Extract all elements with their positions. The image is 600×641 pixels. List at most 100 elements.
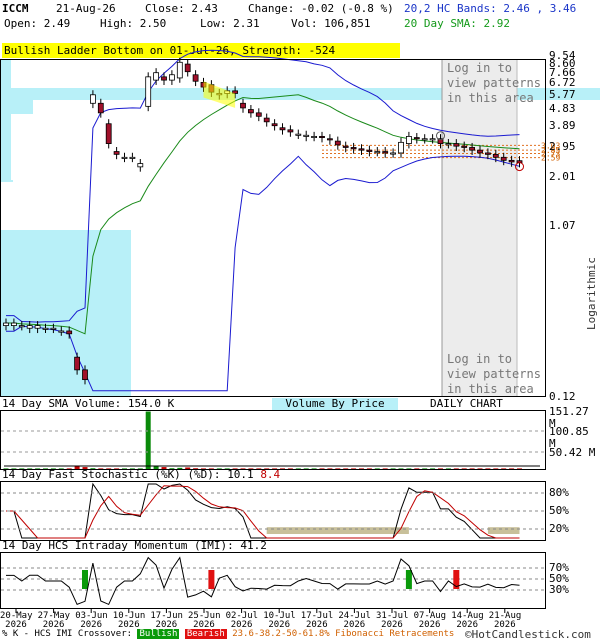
- candle: [129, 152, 136, 163]
- candle: [295, 129, 302, 139]
- stoch-oversold-zone: [266, 527, 409, 534]
- volume-bar: [517, 468, 522, 469]
- candle-body: [255, 112, 262, 117]
- volume-bar: [145, 411, 151, 469]
- volume-bar: [414, 468, 420, 469]
- chart-type-label: DAILY CHART: [430, 397, 503, 410]
- candle-body: [334, 140, 341, 146]
- candle-body: [113, 151, 120, 155]
- candle-body: [374, 151, 381, 154]
- price-tick: 2.01: [549, 170, 576, 184]
- candle: [271, 119, 278, 131]
- volume-bar: [453, 468, 459, 469]
- candle-body: [358, 148, 365, 151]
- legend-footer: % K - HCS IMI Crossover: Bullish Bearish…: [2, 629, 454, 639]
- candle: [398, 137, 404, 158]
- imi-tick-30: 30%: [549, 583, 569, 596]
- candle-body: [153, 72, 160, 81]
- stoch-k-value: 10.1: [227, 468, 254, 481]
- candle-body: [247, 109, 254, 114]
- candle-body: [413, 137, 420, 140]
- login-prompt-top[interactable]: Log in to view patterns in this area: [447, 61, 547, 106]
- volume-tick-low: 50.42 M: [549, 446, 596, 459]
- x-label: 27-May 2026: [37, 611, 71, 630]
- candle: [240, 98, 246, 113]
- candle-body: [366, 149, 373, 152]
- candle-body: [26, 325, 33, 329]
- volume-bar: [295, 468, 301, 469]
- stoch-title-text: 14 Day Fast Stochastic (%K): [2, 468, 181, 481]
- candle: [168, 70, 175, 85]
- volume-bar: [501, 468, 507, 469]
- candle-body: [66, 330, 73, 335]
- candle: [326, 134, 333, 145]
- candle-body: [3, 322, 9, 326]
- fibonacci-lines: 3.032.852.732.59: [322, 141, 560, 163]
- candle: [279, 123, 286, 135]
- imi-title: 14 Day HCS Intraday Momentum (IMI): 41.2: [2, 539, 267, 552]
- price-tick: 5.77: [549, 88, 576, 102]
- copyright[interactable]: ©HotCandlestick.com: [465, 628, 591, 641]
- price-tick: 4.83: [549, 102, 576, 116]
- candle: [105, 119, 112, 149]
- volume-bar: [280, 468, 285, 469]
- stoch-k-line: [6, 482, 520, 539]
- volume-panel-frame: [0, 410, 546, 470]
- candle-body: [429, 138, 436, 141]
- candle-body: [168, 74, 175, 81]
- volume-bar: [430, 468, 436, 469]
- candle-body: [129, 156, 136, 159]
- candle-body: [263, 117, 270, 123]
- candle: [263, 113, 270, 127]
- candle: [153, 68, 160, 85]
- bullish-tag: Bullish: [137, 629, 180, 639]
- fib-label: 2.59: [541, 154, 560, 163]
- candle: [366, 145, 373, 157]
- volume-bar: [493, 468, 499, 469]
- x-label: 02-Jul 2026: [225, 611, 259, 630]
- candle-body: [500, 156, 507, 161]
- x-label: 17-Jul 2026: [300, 611, 334, 630]
- candle-body: [326, 138, 333, 141]
- volume-bar: [303, 468, 309, 469]
- stoch-d-label: (%D):: [187, 468, 221, 481]
- volume-bar: [469, 468, 475, 469]
- candle-body: [18, 325, 25, 328]
- volume-bar: [382, 468, 388, 469]
- candle-body: [97, 102, 104, 114]
- candle-body: [311, 136, 318, 139]
- candle: [121, 152, 128, 163]
- candle-body: [405, 136, 412, 144]
- candle: [421, 134, 428, 144]
- pattern-highlight-shape: [203, 81, 236, 108]
- candle-body: [137, 163, 144, 168]
- x-label: 17-Jun 2026: [150, 611, 183, 630]
- candle: [374, 146, 381, 157]
- login-prompt-bottom[interactable]: Log in to view patterns in this area: [447, 352, 547, 397]
- candle: [184, 59, 191, 77]
- volume-bar: [366, 468, 372, 469]
- price-tick: 3.89: [549, 118, 576, 132]
- volume-bar: [359, 468, 364, 469]
- volume-bar: [406, 468, 412, 469]
- candle: [255, 108, 262, 122]
- stochastic-lines: [6, 482, 520, 539]
- gray-pattern-zone: [442, 60, 517, 396]
- candle-body: [303, 134, 310, 137]
- candle-body: [271, 123, 278, 127]
- volume-title: 14 Day SMA Volume: 154.0 K: [2, 397, 175, 410]
- candle-body: [469, 147, 476, 151]
- fib-legend: 23.6-38.2-50-61.8% Fibonacci Retracement…: [232, 629, 455, 639]
- candle-body: [105, 123, 112, 144]
- stoch-oversold-zone: [487, 527, 520, 534]
- candle-body: [74, 356, 80, 371]
- candle: [287, 125, 294, 137]
- candle-body: [484, 152, 491, 155]
- candle-body: [10, 322, 17, 326]
- candle-body: [342, 145, 349, 148]
- price-tick: 2.95: [549, 140, 576, 154]
- candle: [334, 136, 341, 150]
- vbp-bar: [1, 180, 13, 182]
- candle: [137, 159, 144, 172]
- footer-prefix: % K - HCS IMI Crossover:: [2, 629, 133, 639]
